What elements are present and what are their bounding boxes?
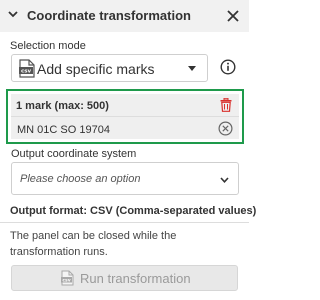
selected-marks-list: 1 mark (max: 500) MN 01C SO 19704: [11, 94, 239, 139]
panel-header: Coordinate transformation: [0, 0, 249, 32]
run-transformation-label: Run transformation: [80, 271, 191, 286]
panel-title: Coordinate transformation: [27, 8, 191, 23]
collapse-chevron-icon[interactable]: [8, 9, 18, 19]
run-transformation-button[interactable]: csv Run transformation: [11, 265, 238, 291]
mark-item-label: MN 01C SO 19704: [17, 124, 110, 136]
selected-marks-box: 1 mark (max: 500) MN 01C SO 19704: [6, 89, 244, 144]
dropdown-caret-icon: [188, 66, 196, 71]
list-divider: [11, 116, 239, 117]
output-system-label: Output coordinate system: [11, 148, 137, 160]
selection-mode-label: Selection mode: [10, 40, 86, 52]
remove-mark-icon[interactable]: [218, 121, 233, 136]
output-system-placeholder: Please choose an option: [20, 173, 141, 185]
svg-text:csv: csv: [62, 278, 70, 283]
output-system-select[interactable]: Please choose an option: [11, 162, 239, 195]
info-note: The panel can be closed while the transf…: [10, 230, 177, 258]
svg-text:csv: csv: [21, 69, 32, 75]
csv-file-icon: csv: [19, 59, 35, 78]
csv-file-icon: csv: [61, 270, 74, 286]
chevron-down-icon: [220, 177, 229, 183]
close-icon[interactable]: [226, 9, 240, 23]
selection-mode-value: Add specific marks: [37, 61, 155, 77]
marks-count: 1 mark (max: 500): [16, 100, 109, 112]
delete-all-trash-icon[interactable]: [220, 98, 232, 112]
output-format-text: Output format: CSV (Comma-separated valu…: [10, 205, 257, 217]
info-icon[interactable]: [220, 59, 236, 75]
section-divider: [0, 222, 249, 223]
selection-mode-select[interactable]: csv Add specific marks: [11, 54, 208, 82]
